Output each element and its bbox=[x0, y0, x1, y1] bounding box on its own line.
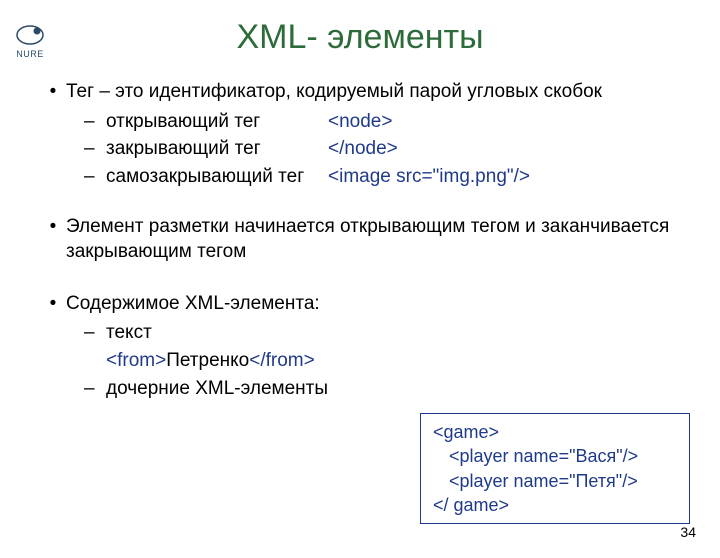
bullet-3-sublist: – текст <from>Петренко</from> – дочерние… bbox=[84, 320, 680, 401]
bullet-dot-icon: • bbox=[40, 214, 66, 265]
page-number: 34 bbox=[680, 524, 696, 540]
code-line-2: <player name="Вася"/> bbox=[433, 444, 638, 468]
bullet-dot-icon: • bbox=[40, 291, 66, 317]
sub-opening-tag: – открывающий тег <node> bbox=[84, 109, 680, 135]
slide-title: XML- элементы bbox=[0, 18, 720, 57]
sub-closing-label: закрывающий тег bbox=[106, 136, 328, 162]
bullet-1-sublist: – открывающий тег <node> – закрывающий т… bbox=[84, 109, 680, 190]
code-line-4: </ game> bbox=[433, 493, 677, 517]
dash-icon: – bbox=[84, 164, 106, 190]
dash-icon: – bbox=[84, 320, 106, 346]
sub-opening-label: открывающий тег bbox=[106, 109, 328, 135]
sub-text-label: текст bbox=[106, 320, 152, 346]
sub-opening-value: <node> bbox=[328, 109, 392, 135]
dash-icon: – bbox=[84, 136, 106, 162]
nure-logo: NURE bbox=[8, 24, 52, 59]
sub-closing-tag: – закрывающий тег </node> bbox=[84, 136, 680, 162]
nure-logo-icon bbox=[15, 24, 45, 48]
sub-children-label: дочерние XML-элементы bbox=[106, 376, 328, 402]
slide-content: • Тег – это идентификатор, кодируемый па… bbox=[0, 79, 720, 401]
xml-example-box: <game> <player name="Вася"/> <player nam… bbox=[420, 413, 690, 524]
ex-open: <from> bbox=[106, 348, 166, 374]
sub-text: – текст bbox=[84, 320, 680, 346]
code-line-1: <game> bbox=[433, 420, 677, 444]
sub-selfclosing-label: самозакрывающий тег bbox=[106, 164, 328, 190]
bullet-2-text: Элемент разметки начинается открывающим … bbox=[66, 214, 680, 265]
bullet-2: • Элемент разметки начинается открывающи… bbox=[40, 214, 680, 265]
code-line-3: <player name="Петя"/> bbox=[433, 469, 638, 493]
sub-selfclosing-tag: – самозакрывающий тег <image src="img.pn… bbox=[84, 164, 680, 190]
sub-text-example: <from>Петренко</from> bbox=[106, 348, 680, 374]
sub-closing-value: </node> bbox=[328, 136, 398, 162]
bullet-3-text: Содержимое XML-элемента: bbox=[66, 291, 320, 317]
sub-children: – дочерние XML-элементы bbox=[84, 376, 680, 402]
ex-close: </from> bbox=[249, 348, 314, 374]
bullet-dot-icon: • bbox=[40, 79, 66, 105]
bullet-3: • Содержимое XML-элемента: bbox=[40, 291, 680, 317]
nure-logo-text: NURE bbox=[8, 49, 52, 59]
sub-selfclosing-value: <image src="img.png"/> bbox=[328, 164, 530, 190]
dash-icon: – bbox=[84, 109, 106, 135]
dash-icon: – bbox=[84, 376, 106, 402]
bullet-1-text: Тег – это идентификатор, кодируемый паро… bbox=[66, 79, 602, 105]
ex-text: Петренко bbox=[166, 348, 249, 374]
bullet-1: • Тег – это идентификатор, кодируемый па… bbox=[40, 79, 680, 105]
